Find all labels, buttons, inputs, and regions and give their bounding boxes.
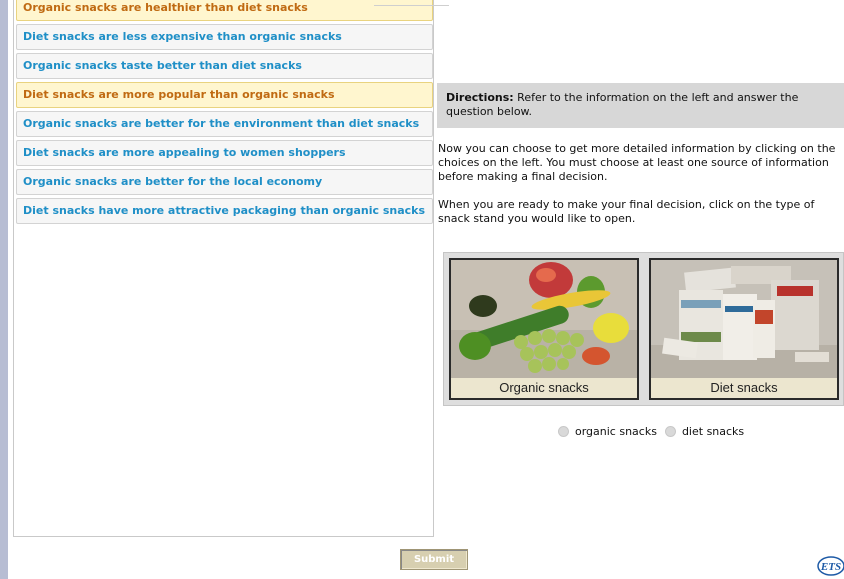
final-decision-paragraph: When you are ready to make your final de… xyxy=(438,198,815,225)
left-accent-bar xyxy=(0,0,8,579)
instructions-paragraph: Now you can choose to get more detailed … xyxy=(438,142,836,183)
choice-diet-packaging[interactable]: Diet snacks have more attractive packagi… xyxy=(16,198,433,224)
organic-snacks-radio[interactable] xyxy=(558,425,569,437)
submit-button[interactable]: Submit xyxy=(400,549,468,570)
diet-snacks-caption: Diet snacks xyxy=(651,378,837,398)
organic-snacks-photo xyxy=(451,260,637,378)
info-choices-panel: Organic snacks are healthier than diet s… xyxy=(13,0,434,537)
snack-stand-options: Organic snacks Diet snacks xyxy=(443,252,844,406)
organic-snacks-stand[interactable]: Organic snacks xyxy=(449,258,639,400)
directions-box: Directions: Refer to the information on … xyxy=(437,83,844,128)
diet-snacks-radio[interactable] xyxy=(664,425,676,437)
choice-organic-local-economy[interactable]: Organic snacks are better for the local … xyxy=(16,169,433,195)
diet-snacks-stand[interactable]: Diet snacks xyxy=(649,258,839,400)
divider xyxy=(374,5,449,6)
stand-choice-radios: organic snacks diet snacks xyxy=(558,423,752,439)
diet-snacks-photo xyxy=(651,260,837,378)
choice-organic-environment[interactable]: Organic snacks are better for the enviro… xyxy=(16,111,433,137)
organic-snacks-caption: Organic snacks xyxy=(451,378,637,398)
organic-snacks-radio-label[interactable]: organic snacks xyxy=(575,425,657,438)
ets-logo-text: ETS xyxy=(820,561,841,573)
choice-diet-women-shoppers[interactable]: Diet snacks are more appealing to women … xyxy=(16,140,433,166)
ets-logo: ETS xyxy=(817,556,844,576)
choice-diet-less-expensive[interactable]: Diet snacks are less expensive than orga… xyxy=(16,24,433,50)
choice-diet-more-popular[interactable]: Diet snacks are more popular than organi… xyxy=(16,82,433,108)
choice-organic-healthier[interactable]: Organic snacks are healthier than diet s… xyxy=(16,0,433,21)
directions-label: Directions: xyxy=(446,91,514,104)
diet-snacks-radio-label[interactable]: diet snacks xyxy=(682,425,744,438)
choice-organic-taste-better[interactable]: Organic snacks taste better than diet sn… xyxy=(16,53,433,79)
